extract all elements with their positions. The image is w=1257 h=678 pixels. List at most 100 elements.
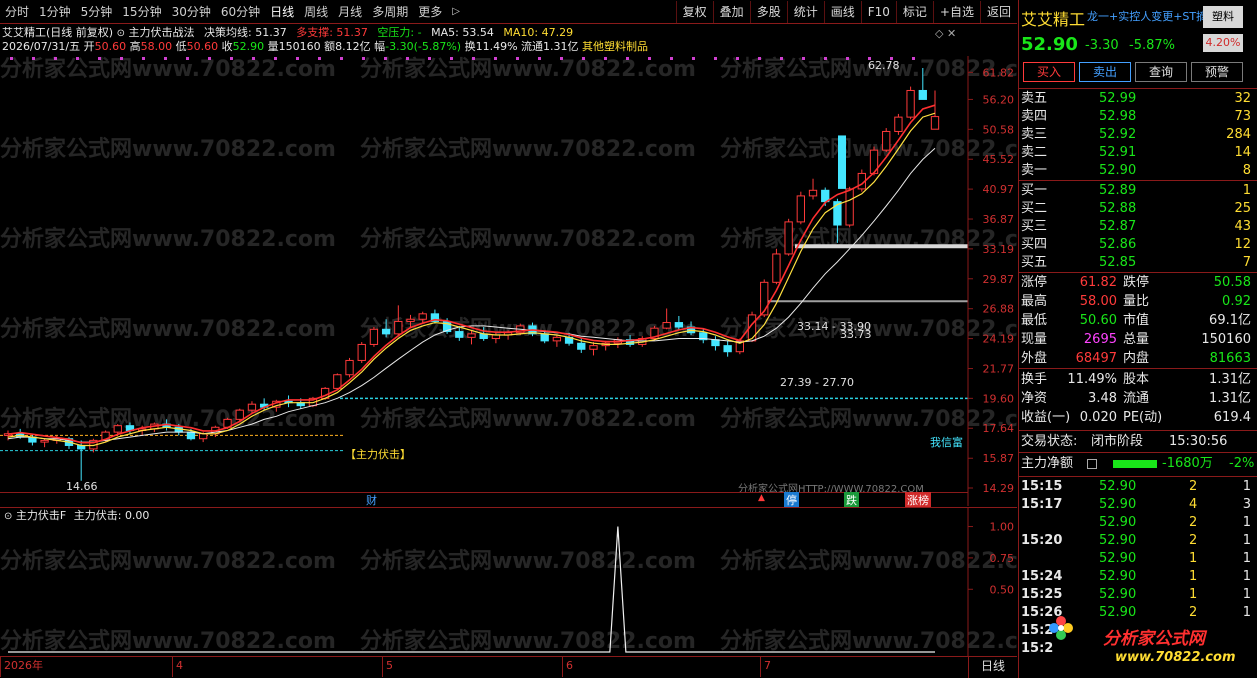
- decision-dot: [450, 57, 453, 60]
- period-tab[interactable]: 30分钟: [167, 0, 216, 24]
- book-volume: 1: [1242, 183, 1251, 198]
- bid-row[interactable]: 买一 52.89 1: [1019, 182, 1253, 200]
- bid-row[interactable]: 买四 52.86 12: [1019, 236, 1253, 254]
- trade-button[interactable]: 买入: [1023, 62, 1075, 82]
- trade-button[interactable]: 预警: [1191, 62, 1243, 82]
- tick-time: 15:20: [1021, 533, 1063, 548]
- candle-body: [552, 336, 562, 342]
- candle-body: [467, 333, 476, 338]
- period-indicator[interactable]: 日线: [968, 656, 1017, 678]
- ask-row[interactable]: 卖四 52.98 73: [1019, 108, 1253, 126]
- tick-row[interactable]: 52.90 2 1: [1019, 514, 1253, 532]
- tool-button[interactable]: 统计: [786, 1, 824, 23]
- price-tick-label: 14.29: [983, 482, 1015, 495]
- tick-row[interactable]: 15:25 52.90 1 1: [1019, 586, 1253, 604]
- candle-body: [662, 322, 671, 329]
- tick-row[interactable]: 52.90 1 1: [1019, 550, 1253, 568]
- book-price: 52.87: [1099, 219, 1137, 234]
- tool-button[interactable]: F10: [860, 1, 896, 23]
- period-tab[interactable]: 月线: [333, 0, 367, 24]
- watermark-text: 分析家公式网www.70822.com: [360, 406, 696, 432]
- tick-row[interactable]: 15:15 52.90 2 1: [1019, 478, 1253, 496]
- period-tab[interactable]: 多周期: [367, 0, 413, 24]
- stat-row: 涨停 61.82 跌停 50.58: [1019, 274, 1253, 292]
- book-price: 52.92: [1099, 127, 1137, 142]
- pressure-label: 空压力:: [377, 26, 415, 39]
- stat-label: 涨停: [1021, 275, 1048, 290]
- stat-label: 现量: [1021, 332, 1048, 347]
- decision-dot: [670, 57, 673, 60]
- bid-row[interactable]: 买三 52.87 43: [1019, 218, 1253, 236]
- marker-ting[interactable]: 停: [784, 492, 799, 508]
- decision-dot: [692, 57, 695, 60]
- candle-body: [577, 342, 586, 350]
- sector-label[interactable]: 其他塑料制品: [582, 40, 648, 53]
- period-toolbar: 分时 1分钟 5分钟 15分钟 30分钟 60分钟 日线 周线 月线 多周期 更多 ▷ 复权 叠加 多股…: [0, 0, 1017, 24]
- decision-dot: [54, 57, 57, 60]
- book-price: 52.91: [1099, 145, 1137, 160]
- tool-button[interactable]: 复权: [675, 1, 713, 23]
- vol-label: 量: [267, 40, 279, 53]
- panel-separator: [1019, 476, 1257, 477]
- indicator-name[interactable]: 主力伏击战法: [128, 26, 194, 39]
- decision-dot: [428, 57, 431, 60]
- marker-zhangting[interactable]: 涨榜: [905, 492, 931, 508]
- tick-volume: 2: [1189, 479, 1198, 494]
- stat-label: 总量: [1123, 332, 1150, 347]
- period-tab[interactable]: 1分钟: [34, 0, 76, 24]
- tick-price: 52.90: [1099, 605, 1137, 620]
- tool-button[interactable]: 多股: [749, 1, 787, 23]
- net-flow-label[interactable]: 主力净额: [1021, 455, 1073, 473]
- logo-text: 分析家公式网: [1103, 629, 1205, 649]
- sector-button[interactable]: 塑料: [1203, 6, 1243, 28]
- period-tab[interactable]: 日线: [265, 0, 299, 24]
- stat-value: 3.48: [1088, 391, 1117, 406]
- candle-body: [369, 328, 379, 345]
- book-label: 卖三: [1021, 127, 1048, 142]
- marker-cai[interactable]: 财: [366, 492, 377, 508]
- marker-up-arrow-icon[interactable]: ▲: [758, 493, 765, 503]
- price-chart[interactable]: 分析家公式网www.70822.com 分析家公式网www.70822.com 分析…: [0, 56, 1017, 506]
- period-tab[interactable]: 15分钟: [117, 0, 166, 24]
- ask-row[interactable]: 卖三 52.92 284: [1019, 126, 1253, 144]
- tool-button[interactable]: 标记: [895, 1, 933, 23]
- ask-row[interactable]: 卖二 52.91 14: [1019, 144, 1253, 162]
- bid-row[interactable]: 买五 52.85 7: [1019, 254, 1253, 272]
- tool-button[interactable]: +自选: [932, 1, 980, 23]
- chart-options-icons[interactable]: ◇ ✕: [935, 27, 956, 40]
- period-tab[interactable]: 5分钟: [76, 0, 118, 24]
- ask-row[interactable]: 卖一 52.90 8: [1019, 162, 1253, 180]
- decision-dot: [780, 57, 783, 60]
- ask-row[interactable]: 卖五 52.99 32: [1019, 90, 1253, 108]
- period-tab[interactable]: 分时: [0, 0, 34, 24]
- book-volume: 12: [1234, 237, 1251, 252]
- price-tick-label: 33.19: [983, 243, 1015, 256]
- period-tab[interactable]: 周线: [299, 0, 333, 24]
- tick-count: 1: [1242, 587, 1251, 602]
- sub-tick-label: 0.50: [990, 583, 1015, 596]
- candle-body: [918, 89, 927, 100]
- period-tab[interactable]: 更多: [413, 0, 447, 24]
- indicator-chevron-icon[interactable]: ⊙: [117, 28, 125, 39]
- more-chevron-icon[interactable]: ▷: [447, 0, 465, 24]
- stock-tags[interactable]: 龙一+实控人变更+ST摘: [1087, 8, 1205, 24]
- price-tick-label: 24.19: [983, 333, 1015, 346]
- stat-value: 619.4: [1213, 410, 1251, 425]
- tool-button[interactable]: 返回: [979, 1, 1017, 23]
- stat-label: 最高: [1021, 294, 1048, 309]
- tool-button[interactable]: 叠加: [712, 1, 750, 23]
- tool-button[interactable]: 画线: [823, 1, 861, 23]
- tick-row[interactable]: 15:17 52.90 4 3: [1019, 496, 1253, 514]
- trade-button[interactable]: 查询: [1135, 62, 1187, 82]
- tick-row[interactable]: 15:24 52.90 1 1: [1019, 568, 1253, 586]
- tick-row[interactable]: 15:20 52.90 2 1: [1019, 532, 1253, 550]
- tick-price: 52.90: [1099, 551, 1137, 566]
- book-label: 买五: [1021, 255, 1048, 270]
- trade-button[interactable]: 卖出: [1079, 62, 1131, 82]
- net-flow-menu-icon[interactable]: [1087, 459, 1097, 469]
- sub-indicator-chart[interactable]: 分析家公式网www.70822.com 分析家公式网www.70822.com 分析…: [0, 508, 1017, 656]
- period-tab[interactable]: 60分钟: [216, 0, 265, 24]
- marker-die[interactable]: 跌: [844, 492, 859, 508]
- book-price: 52.85: [1099, 255, 1137, 270]
- bid-row[interactable]: 买二 52.88 25: [1019, 200, 1253, 218]
